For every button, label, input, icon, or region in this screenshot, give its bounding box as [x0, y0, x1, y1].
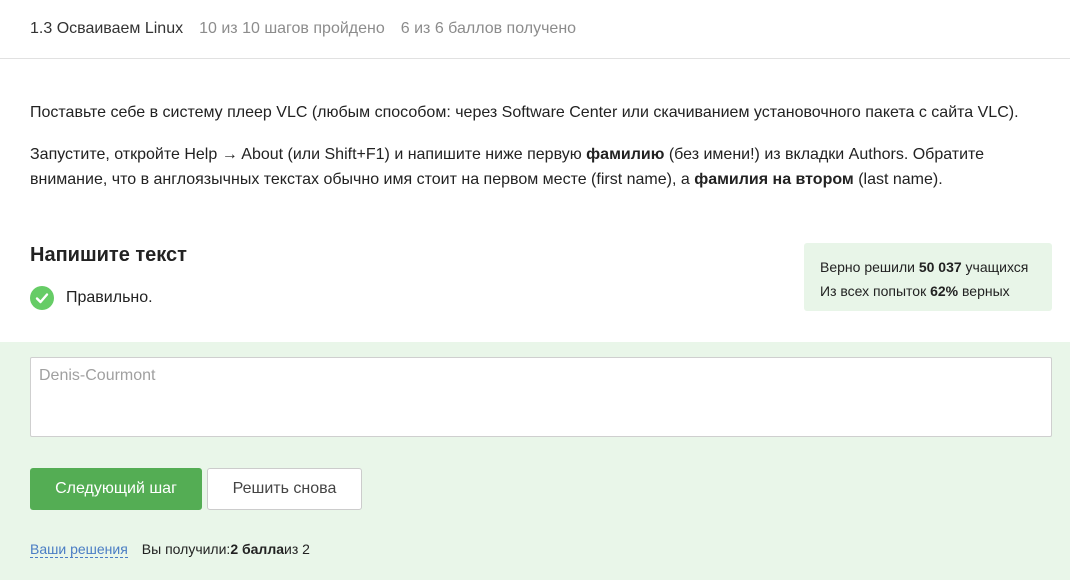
task-paragraph-2-text-a: Запустите, откройте Help → About (или Sh… [30, 146, 587, 163]
check-icon [30, 286, 54, 310]
task-description: Поставьте себе в систему плеер VLC (любы… [30, 100, 1040, 209]
next-step-button[interactable]: Следующий шаг [30, 468, 202, 510]
stats-panel: Верно решили 50 037 учащихся Из всех поп… [804, 243, 1052, 311]
steps-progress: 10 из 10 шагов пройдено [199, 20, 385, 37]
stats-solved-count: 50 037 [918, 259, 962, 275]
score-prefix: Вы получили: [141, 541, 231, 557]
task-title: Напишите текст [30, 244, 187, 266]
stats-attempts-percent: 62% [930, 283, 959, 299]
status-text: Правильно. [66, 289, 153, 306]
stats-solved-prefix: Верно решили [820, 259, 919, 275]
task-paragraph-1: Поставьте себе в систему плеер VLC (любы… [30, 104, 1019, 121]
lesson-title[interactable]: 1.3 Осваиваем Linux [30, 20, 183, 38]
stats-attempts-suffix: верных [958, 283, 1010, 299]
stats-solved: Верно решили 50 037 учащихся [820, 255, 1036, 279]
task-paragraph-2-bold-a: фамилию [586, 146, 665, 163]
points-progress: 6 из 6 баллов получено [400, 20, 577, 37]
your-solutions-link[interactable]: Ваши решения [30, 541, 128, 558]
retry-button[interactable]: Решить снова [207, 468, 362, 510]
answer-textarea[interactable]: Denis-Courmont [30, 357, 1052, 437]
stats-attempts: Из всех попыток 62% верных [820, 279, 1036, 303]
result-status: Правильно. [30, 286, 153, 310]
stats-solved-suffix: учащихся [961, 259, 1029, 275]
task-paragraph-2: Запустите, откройте Help → About (или Sh… [30, 142, 1040, 192]
task-paragraph-2-bold-b: фамилия на втором [694, 171, 854, 188]
lesson-header: 1.3 Осваиваем Linux 10 из 10 шагов пройд… [0, 0, 1070, 59]
score-total: из 2 [284, 541, 310, 557]
stats-attempts-prefix: Из всех попыток [820, 283, 931, 299]
score-value: 2 балла [230, 541, 284, 557]
submission-summary: Ваши решения Вы получили: 2 балла из 2 [30, 541, 310, 558]
task-paragraph-2-text-c: (last name). [853, 171, 943, 188]
